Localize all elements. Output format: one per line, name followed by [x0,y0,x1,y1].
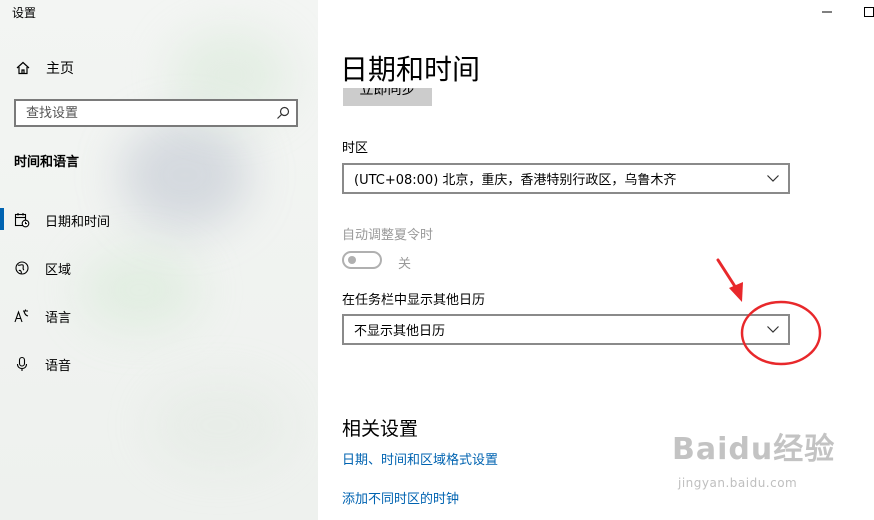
dst-toggle-state: 关 [398,257,412,272]
active-indicator [0,208,4,230]
search-input[interactable] [16,101,270,125]
home-label: 主页 [46,61,74,77]
calendar-clock-icon [13,211,31,229]
sidebar: 设置 主页 时间和语言 日期和时间 [0,0,318,520]
watermark-url: jingyan.baidu.com [678,476,798,490]
sidebar-item-label: 区域 [45,262,72,278]
sidebar-item-label: 日期和时间 [45,214,111,230]
watermark-logo: Baidu经验 [672,432,836,467]
timezone-label: 时区 [342,141,369,156]
page-title: 日期和时间 [340,53,481,86]
add-clocks-link[interactable]: 添加不同时区的时钟 [342,488,459,507]
globe-icon [13,259,31,277]
search-icon[interactable] [270,101,296,125]
section-heading: 时间和语言 [14,155,80,170]
extra-calendar-value: 不显示其他日历 [354,324,446,339]
sync-now-label: 立即同步 [359,88,416,98]
language-icon [13,307,31,325]
backdrop-blur [150,380,290,470]
active-indicator [0,256,4,278]
region-format-link[interactable]: 日期、时间和区域格式设置 [342,449,498,468]
sidebar-item-label: 语言 [45,310,72,326]
active-indicator [0,352,4,374]
timezone-dropdown[interactable]: (UTC+08:00) 北京，重庆，香港特别行政区，乌鲁木齐 [342,163,790,194]
sidebar-item-date-time[interactable]: 日期和时间 [0,196,318,244]
dst-label: 自动调整夏令时 [342,228,434,243]
related-settings-heading: 相关设置 [342,418,419,440]
sidebar-nav: 日期和时间 区域 语言 语音 [0,196,318,388]
sidebar-item-speech[interactable]: 语音 [0,340,318,388]
chevron-down-icon [767,175,779,182]
timezone-value: (UTC+08:00) 北京，重庆，香港特别行政区，乌鲁木齐 [354,173,677,188]
sidebar-item-region[interactable]: 区域 [0,244,318,292]
extra-calendar-dropdown[interactable]: 不显示其他日历 [342,314,790,345]
window-title: 设置 [12,6,37,20]
watermark: Baidu经验 jingyan.baidu.com [668,424,868,500]
extra-calendar-label: 在任务栏中显示其他日历 [342,293,486,308]
sidebar-item-language[interactable]: 语言 [0,292,318,340]
sidebar-item-label: 语音 [45,358,72,374]
home-nav-item[interactable]: 主页 [14,56,74,80]
sync-now-button[interactable]: 立即同步 [343,88,432,106]
search-box[interactable] [14,99,298,127]
microphone-icon [13,355,31,373]
active-indicator [0,304,4,326]
home-icon [14,59,32,77]
dst-toggle[interactable] [342,251,382,269]
annotation-circle-icon [740,300,822,366]
toggle-knob [348,256,356,264]
